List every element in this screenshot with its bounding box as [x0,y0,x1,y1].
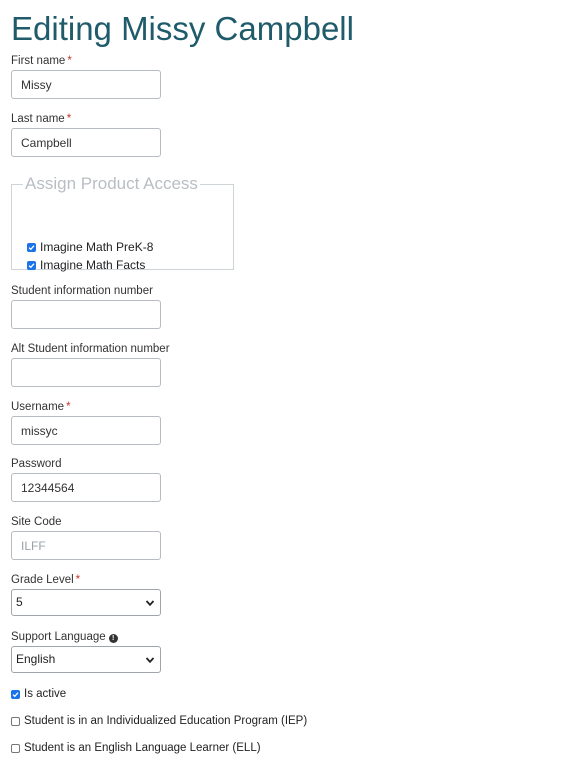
site-code-label: Site Code [11,516,62,528]
product-label: Imagine Math Facts [40,258,146,272]
is-active-label: Is active [24,688,67,700]
ell-label: Student is an English Language Learner (… [24,742,261,754]
iep-checkbox-row[interactable]: Student is in an Individualized Educatio… [11,715,307,727]
required-marker: * [66,113,72,125]
product-checkbox[interactable] [27,260,36,270]
alt-student-info-number-input[interactable] [11,358,161,387]
support-language-value: English [16,652,56,666]
password-label: Password [11,458,62,470]
student-info-number-input[interactable] [11,300,161,329]
username-field: Username * [11,401,161,445]
student-info-number-label: Student information number [11,285,153,297]
site-code-input [11,531,161,560]
username-input[interactable] [11,416,161,445]
support-language-label: Support Language! [11,631,161,643]
iep-checkbox[interactable] [11,716,20,726]
username-label: Username * [11,401,71,413]
page-title: Editing Missy Campbell [11,10,354,47]
first-name-input[interactable] [11,70,161,99]
checkmark-icon [28,262,35,268]
last-name-input[interactable] [11,128,161,157]
ell-checkbox[interactable] [11,743,20,753]
last-name-field: Last name * [11,113,161,157]
support-language-select[interactable]: English [11,646,161,673]
product-label: Imagine Math PreK-8 [40,240,154,254]
chevron-down-icon [145,657,155,664]
product-checkbox[interactable] [27,242,36,252]
required-marker: * [75,574,81,586]
product-checkbox-row[interactable]: Imagine Math Facts [27,258,145,272]
alt-student-info-number-label: Alt Student information number [11,343,170,355]
grade-level-value: 5 [16,595,23,609]
password-input[interactable] [11,473,161,502]
grade-level-label: Grade Level * [11,574,81,586]
required-marker: * [66,401,71,413]
iep-label: Student is in an Individualized Educatio… [24,715,308,727]
first-name-label: First name * [11,55,72,67]
chevron-down-icon [145,600,155,607]
grade-level-field: Grade Level * 5 [11,574,161,616]
grade-level-select[interactable]: 5 [11,589,161,616]
student-info-number-field: Student information number [11,285,161,329]
first-name-field: First name * [11,55,161,99]
support-language-field: Support Language! English [11,631,161,673]
info-icon[interactable]: ! [108,634,118,643]
ell-checkbox-row[interactable]: Student is an English Language Learner (… [11,742,261,754]
is-active-checkbox[interactable] [11,689,20,699]
checkmark-icon [28,244,35,250]
product-checkbox-row[interactable]: Imagine Math PreK-8 [27,240,153,254]
site-code-field: Site Code [11,516,161,560]
last-name-label: Last name * [11,113,72,125]
is-active-checkbox-row[interactable]: Is active [11,688,66,700]
product-access-fieldset: Assign Product Access Imagine Math PreK-… [11,174,234,272]
checkmark-icon [12,691,19,697]
required-marker: * [67,55,72,67]
password-field: Password [11,458,161,502]
product-access-legend: Assign Product Access [25,174,198,193]
alt-student-info-number-field: Alt Student information number [11,343,170,387]
